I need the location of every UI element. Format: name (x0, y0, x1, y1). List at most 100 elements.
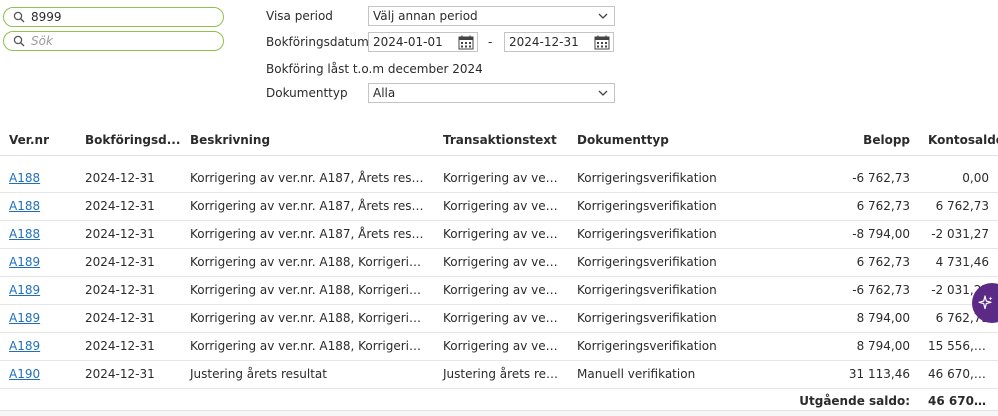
vernr-cell: A188 (0, 192, 76, 221)
balance-cell: 15 556,73 (919, 332, 998, 361)
period-select[interactable]: Välj annan period (368, 6, 615, 26)
table-row[interactable]: A189 2024-12-31 Korrigering av ver.nr. A… (0, 276, 998, 305)
vernr-cell: A188 (0, 220, 76, 249)
calendar-icon[interactable] (594, 35, 610, 50)
date-from-field[interactable]: 2024-01-01 (368, 32, 478, 52)
table-row[interactable]: A188 2024-12-31 Korrigering av ver.nr. A… (0, 220, 998, 249)
vernr-cell: A188 (0, 164, 76, 193)
description-cell: Korrigering av ver.nr. A187, Årets resul… (181, 220, 434, 249)
col-header-balance[interactable]: Kontosaldo (919, 125, 998, 156)
col-header-label: Bokföringsd... (85, 132, 181, 147)
col-header-transaction-text[interactable]: Transaktionstext (434, 125, 568, 156)
transaction-text-cell: Korrigering av ver.nr. ... (434, 332, 568, 361)
document-type-cell: Korrigeringsverifikation (568, 332, 786, 361)
vernr-cell: A190 (0, 360, 76, 389)
description-cell: Korrigering av ver.nr. A187, Årets resul… (181, 192, 434, 221)
search-icon (12, 34, 26, 48)
doctype-label: Dokumenttyp (266, 86, 348, 100)
document-type-cell: Korrigeringsverifikation (568, 276, 786, 305)
col-header-label: Belopp (863, 132, 910, 147)
document-type-cell: Korrigeringsverifikation (568, 220, 786, 249)
description-cell: Korrigering av ver.nr. A188, Korrigering… (181, 276, 434, 305)
amount-cell: 8 794,00 (786, 304, 919, 333)
amount-cell: -6 762,73 (786, 276, 919, 305)
date-label: Bokföringsdatum (266, 35, 369, 49)
account-filter-input[interactable]: 8999 (3, 7, 224, 27)
table-row[interactable]: A189 2024-12-31 Korrigering av ver.nr. A… (0, 332, 998, 361)
date-cell: 2024-12-31 (76, 332, 181, 361)
col-header-amount[interactable]: Belopp (786, 125, 919, 156)
date-cell: 2024-12-31 (76, 192, 181, 221)
voucher-link[interactable]: A189 (9, 255, 40, 269)
date-to-value: 2024-12-31 (509, 35, 579, 49)
date-to-field[interactable]: 2024-12-31 (504, 32, 614, 52)
voucher-link[interactable]: A188 (9, 171, 40, 185)
description-cell: Korrigering av ver.nr. A187, Årets resul… (181, 164, 434, 193)
voucher-link[interactable]: A189 (9, 311, 40, 325)
col-header-document-type[interactable]: Dokumenttyp (568, 125, 786, 156)
account-filter-value: 8999 (31, 10, 62, 24)
date-cell: 2024-12-31 (76, 360, 181, 389)
col-header-date[interactable]: Bokföringsd... (76, 125, 181, 156)
period-select-value: Välj annan period (373, 9, 478, 23)
vernr-cell: A189 (0, 276, 76, 305)
amount-cell: 6 762,73 (786, 248, 919, 277)
balance-cell: 6 762,73 (919, 192, 998, 221)
table-row[interactable]: A188 2024-12-31 Korrigering av ver.nr. A… (0, 192, 998, 221)
locked-notice: Bokföring låst t.o.m december 2024 (266, 62, 483, 76)
description-cell: Justering årets resultat (181, 360, 434, 389)
search-icon (12, 10, 26, 24)
date-cell: 2024-12-31 (76, 248, 181, 277)
voucher-link[interactable]: A188 (9, 227, 40, 241)
voucher-link[interactable]: A189 (9, 283, 40, 297)
date-cell: 2024-12-31 (76, 304, 181, 333)
vernr-cell: A189 (0, 304, 76, 333)
balance-cell: 4 731,46 (919, 248, 998, 277)
search-field[interactable] (3, 31, 224, 51)
description-cell: Korrigering av ver.nr. A188, Korrigering… (181, 332, 434, 361)
table-row[interactable]: A189 2024-12-31 Korrigering av ver.nr. A… (0, 304, 998, 333)
transaction-text-cell: Korrigering av ver.nr. ... (434, 304, 568, 333)
balance-cell: 0,00 (919, 164, 998, 193)
col-header-label: Transaktionstext (443, 132, 557, 147)
period-label: Visa period (266, 9, 333, 23)
amount-cell: 8 794,00 (786, 332, 919, 361)
date-separator: - (488, 35, 493, 49)
date-cell: 2024-12-31 (76, 164, 181, 193)
document-type-cell: Korrigeringsverifikation (568, 304, 786, 333)
calendar-icon[interactable] (458, 35, 474, 50)
date-cell: 2024-12-31 (76, 220, 181, 249)
document-type-cell: Korrigeringsverifikation (568, 248, 786, 277)
voucher-link[interactable]: A190 (9, 367, 40, 381)
search-input[interactable] (31, 34, 211, 48)
table-row[interactable]: A190 2024-12-31 Justering årets resultat… (0, 360, 998, 389)
transaction-text-cell: Justering årets resultat (434, 360, 568, 389)
transactions-table: Ver.nr Bokföringsd... Beskrivning Transa… (0, 125, 998, 414)
transaction-text-cell: Korrigering av ver.nr. ... (434, 164, 568, 193)
description-cell: Korrigering av ver.nr. A188, Korrigering… (181, 304, 434, 333)
vernr-cell: A189 (0, 332, 76, 361)
col-header-description[interactable]: Beskrivning (181, 125, 434, 156)
voucher-link[interactable]: A188 (9, 199, 40, 213)
document-type-cell: Korrigeringsverifikation (568, 192, 786, 221)
chevron-down-icon (598, 13, 608, 19)
col-header-label: Dokumenttyp (577, 132, 669, 147)
sparkle-icon (978, 295, 993, 310)
amount-cell: -8 794,00 (786, 220, 919, 249)
col-header-label: Beskrivning (190, 132, 271, 147)
doctype-select-value: Alla (373, 86, 396, 100)
date-from-value: 2024-01-01 (373, 35, 443, 49)
col-header-vernr[interactable]: Ver.nr (0, 125, 76, 156)
amount-cell: -6 762,73 (786, 164, 919, 193)
amount-cell: 31 113,46 (786, 360, 919, 389)
col-header-label: Ver.nr (9, 132, 49, 147)
table-row[interactable]: A189 2024-12-31 Korrigering av ver.nr. A… (0, 248, 998, 277)
col-header-label: Kontosaldo (928, 132, 998, 147)
table-row[interactable]: A188 2024-12-31 Korrigering av ver.nr. A… (0, 164, 998, 193)
voucher-link[interactable]: A189 (9, 339, 40, 353)
date-cell: 2024-12-31 (76, 276, 181, 305)
description-cell: Korrigering av ver.nr. A188, Korrigering… (181, 248, 434, 277)
transaction-text-cell: Korrigering av ver.nr. ... (434, 220, 568, 249)
document-type-cell: Korrigeringsverifikation (568, 164, 786, 193)
doctype-select[interactable]: Alla (368, 83, 615, 103)
